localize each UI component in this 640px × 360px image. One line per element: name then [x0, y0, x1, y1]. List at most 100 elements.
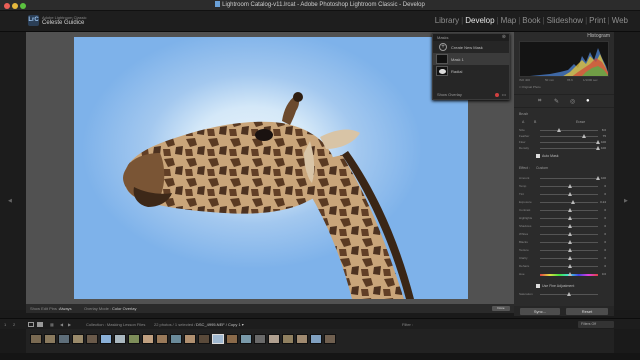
effect-value[interactable]: 0 [604, 264, 606, 268]
module-web[interactable]: Web [612, 16, 628, 25]
filmstrip-thumbnail[interactable] [114, 334, 126, 344]
filmstrip-thumbnail[interactable] [268, 334, 280, 344]
filmstrip-page-1-icon[interactable]: 1 [4, 319, 6, 330]
brush-value[interactable]: 100 [601, 146, 606, 150]
effect-slider-knob[interactable] [568, 224, 572, 228]
saturation-knob[interactable] [567, 292, 571, 296]
effect-slider-knob[interactable] [596, 176, 600, 180]
show-overlay-row[interactable]: Show Overlay ••• [433, 91, 509, 99]
effect-slider-knob[interactable] [568, 232, 572, 236]
filmstrip-thumbnail[interactable] [198, 334, 210, 344]
filter-select[interactable]: Filters Off [578, 321, 614, 328]
red-eye-tool-icon[interactable]: ◎ [570, 98, 575, 105]
auto-mask-checkbox[interactable]: Auto Mask [536, 154, 559, 158]
effect-value[interactable]: 100 [601, 176, 606, 180]
original-photo-checkbox[interactable]: □ Original Photo [519, 85, 541, 89]
filmstrip-page-2-icon[interactable]: 2 [13, 319, 15, 330]
effect-slider[interactable] [540, 184, 598, 188]
effect-preset-select[interactable]: Custom [536, 166, 548, 170]
brush-slider-knob[interactable] [556, 128, 561, 132]
effect-value[interactable]: 0 [604, 240, 606, 244]
brush-value[interactable]: 100 [601, 140, 606, 144]
effect-slider[interactable] [540, 192, 598, 196]
effect-slider[interactable] [540, 216, 598, 220]
brush-value[interactable]: 75 [603, 134, 606, 138]
filmstrip-thumbnail[interactable] [226, 334, 238, 344]
effect-value[interactable]: 0 [604, 256, 606, 260]
left-panel-collapsed[interactable]: ◀ [0, 32, 26, 310]
filmstrip-thumbnail[interactable] [296, 334, 308, 344]
sync-button[interactable]: Sync... [520, 308, 560, 315]
effect-slider[interactable] [540, 272, 598, 276]
filmstrip-thumbnail[interactable] [254, 334, 266, 344]
add-mask-icon[interactable]: + [439, 43, 447, 51]
brush-slider[interactable] [540, 134, 598, 138]
module-slideshow[interactable]: Slideshow [547, 16, 583, 25]
effect-value[interactable]: 0 [604, 216, 606, 220]
filmstrip-thumbnail[interactable] [142, 334, 154, 344]
brush-value[interactable]: 8.0 [602, 128, 606, 132]
effect-slider[interactable] [540, 248, 598, 252]
module-library[interactable]: Library [435, 16, 459, 25]
create-new-mask-row[interactable]: + Create New Mask [433, 41, 509, 53]
effect-slider-knob[interactable] [568, 208, 572, 212]
masks-panel-header[interactable]: Masks ⊗ [433, 34, 509, 41]
brush-erase-button[interactable]: Erase [576, 120, 585, 124]
effect-slider[interactable] [540, 232, 598, 236]
effect-slider[interactable] [540, 200, 598, 204]
brush-slider-knob[interactable] [596, 140, 600, 144]
filmstrip-thumbnail[interactable] [170, 334, 182, 344]
brush-slider-knob[interactable] [596, 146, 600, 150]
filmstrip[interactable] [26, 329, 614, 353]
module-develop[interactable]: Develop [465, 16, 494, 25]
effect-slider-knob[interactable] [568, 184, 572, 188]
filmstrip-thumbnail[interactable] [310, 334, 322, 344]
masking-tool-icon[interactable]: ● [586, 98, 590, 104]
right-edge-strip[interactable]: ▶ [614, 32, 640, 310]
fine-adjust-checkbox[interactable]: Use Fine Adjustment [536, 284, 574, 288]
effect-value[interactable]: 0.0 [602, 272, 606, 276]
collapse-right-panel-icon[interactable]: ▶ [624, 198, 628, 204]
filmstrip-thumbnail[interactable] [100, 334, 112, 344]
effect-slider[interactable] [540, 240, 598, 244]
effect-slider-knob[interactable] [568, 216, 572, 220]
effect-slider-knob[interactable] [568, 192, 572, 196]
overlay-mode-select[interactable]: Color Overlay [112, 304, 136, 313]
effect-slider[interactable] [540, 256, 598, 260]
effect-value[interactable]: 0 [604, 248, 606, 252]
crop-tool-icon[interactable]: ⌗ [538, 98, 541, 105]
filmstrip-thumbnail[interactable] [86, 334, 98, 344]
filmstrip-thumbnail[interactable] [30, 334, 42, 344]
effect-slider-knob[interactable] [571, 200, 576, 204]
filmstrip-thumbnail[interactable] [58, 334, 70, 344]
effect-slider-knob[interactable] [568, 248, 572, 252]
effect-slider-knob[interactable] [568, 256, 572, 260]
filmstrip-thumbnail[interactable] [44, 334, 56, 344]
done-button[interactable]: Done [492, 306, 510, 311]
module-map[interactable]: Map [501, 16, 517, 25]
effect-value[interactable]: 0 [604, 192, 606, 196]
effect-slider-knob[interactable] [568, 240, 572, 244]
mask-item-mask-1[interactable]: Mask 1 [433, 53, 509, 65]
close-masks-panel-icon[interactable]: ⊗ [502, 34, 506, 41]
saturation-slider[interactable] [540, 292, 598, 296]
mask-component-radial[interactable]: Radial [433, 65, 509, 77]
show-edit-pins-select[interactable]: Always [59, 304, 72, 313]
filmstrip-thumbnail[interactable] [184, 334, 196, 344]
filmstrip-thumbnail[interactable] [72, 334, 84, 344]
brush-slider[interactable] [540, 140, 600, 144]
filmstrip-thumbnail[interactable] [240, 334, 252, 344]
effect-slider[interactable] [540, 264, 598, 268]
brush-a-button[interactable]: A [522, 120, 524, 124]
image-canvas[interactable]: Masks ⊗ + Create New Mask Mask 1 Radial … [26, 32, 514, 304]
effect-slider[interactable] [540, 208, 598, 212]
filmstrip-thumbnail[interactable] [128, 334, 140, 344]
filmstrip-thumbnail[interactable] [156, 334, 168, 344]
effect-value[interactable]: 0 [604, 208, 606, 212]
healing-tool-icon[interactable]: ✎ [554, 98, 559, 105]
brush-slider[interactable] [540, 128, 598, 132]
effect-slider[interactable] [540, 224, 598, 228]
brush-slider-knob[interactable] [582, 134, 586, 138]
effect-value[interactable]: 0.24 [600, 200, 606, 204]
filmstrip-thumbnail[interactable] [212, 334, 224, 344]
